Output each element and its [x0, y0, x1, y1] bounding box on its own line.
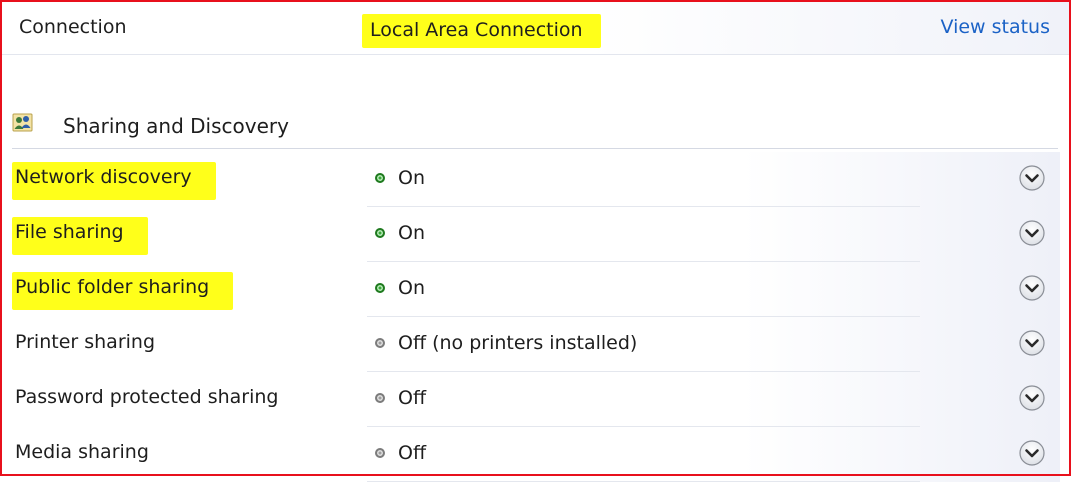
sharing-settings-list: Network discovery On File sharing On Public … — [2, 152, 1060, 482]
setting-status-text: Off — [398, 387, 427, 409]
setting-status: Off — [375, 387, 426, 409]
setting-row[interactable]: Network discovery On — [2, 152, 1060, 207]
status-dot-icon — [375, 173, 385, 183]
connection-row: Connection Local Area Connection View st… — [2, 2, 1069, 55]
setting-status: Off (no printers installed) — [375, 332, 637, 354]
status-dot-icon — [375, 338, 385, 348]
setting-status: Off — [375, 442, 426, 464]
setting-label: Media sharing — [15, 441, 149, 463]
setting-status-text: On — [398, 167, 425, 189]
setting-row[interactable]: Printer sharing Off (no printers installe… — [2, 317, 1060, 372]
setting-label: Printer sharing — [15, 331, 156, 353]
setting-status-text: Off (no printers installed) — [398, 332, 638, 354]
status-dot-icon — [375, 228, 385, 238]
setting-row[interactable]: Media sharing Off — [2, 427, 1060, 482]
setting-status-text: On — [398, 222, 425, 244]
chevron-down-icon[interactable] — [1018, 439, 1046, 467]
section-title: Sharing and Discovery — [63, 114, 289, 138]
setting-status-text: Off — [398, 442, 427, 464]
chevron-down-icon[interactable] — [1018, 274, 1046, 302]
chevron-down-icon[interactable] — [1018, 164, 1046, 192]
view-status-link[interactable]: View status — [940, 16, 1050, 38]
setting-status: On — [375, 167, 425, 189]
section-divider — [12, 148, 1058, 149]
setting-row[interactable]: File sharing On — [2, 207, 1060, 262]
status-dot-icon — [375, 448, 385, 458]
setting-status-text: On — [398, 277, 425, 299]
setting-row[interactable]: Password protected sharing Off — [2, 372, 1060, 427]
chevron-down-icon[interactable] — [1018, 219, 1046, 247]
setting-label: File sharing — [12, 217, 148, 255]
sharing-people-icon — [12, 112, 34, 134]
setting-row[interactable]: Public folder sharing On — [2, 262, 1060, 317]
status-dot-icon — [375, 393, 385, 403]
setting-status: On — [375, 222, 425, 244]
chevron-down-icon[interactable] — [1018, 329, 1046, 357]
setting-label: Network discovery — [12, 162, 216, 200]
connection-label: Connection — [19, 16, 127, 38]
setting-status: On — [375, 277, 425, 299]
connection-name: Local Area Connection — [362, 14, 601, 48]
setting-label: Password protected sharing — [15, 386, 279, 408]
status-dot-icon — [375, 283, 385, 293]
setting-label: Public folder sharing — [12, 272, 234, 310]
chevron-down-icon[interactable] — [1018, 384, 1046, 412]
